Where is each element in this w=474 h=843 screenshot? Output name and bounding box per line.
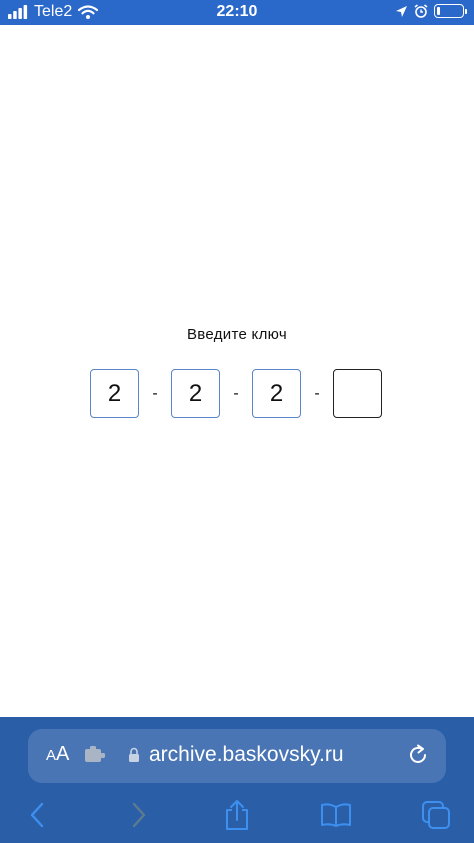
aa-large-label: A <box>56 743 70 765</box>
key-input-row: 2 - 2 - 2 - <box>90 369 382 418</box>
key-separator: - <box>233 384 239 402</box>
browser-toolbar <box>0 797 474 833</box>
lock-icon <box>129 747 139 762</box>
tabs-icon <box>422 801 450 829</box>
battery-icon <box>434 4 467 18</box>
forward-button[interactable] <box>121 797 157 833</box>
chevron-right-icon <box>132 802 146 828</box>
back-button[interactable] <box>19 797 55 833</box>
reload-icon[interactable] <box>406 743 430 767</box>
battery-level <box>437 7 440 15</box>
extension-icon[interactable] <box>84 746 106 764</box>
status-bar: Tele2 22:10 <box>0 0 474 25</box>
aa-small-label: A <box>46 747 57 764</box>
key-field-3[interactable]: 2 <box>252 369 301 418</box>
page-settings-button[interactable]: AA <box>46 743 69 766</box>
key-field-4[interactable] <box>333 369 382 418</box>
tabs-button[interactable] <box>418 797 454 833</box>
address-bar[interactable]: AA archive.baskovsky.ru <box>28 729 446 783</box>
key-separator: - <box>152 384 158 402</box>
chevron-left-icon <box>30 802 44 828</box>
bookmarks-button[interactable] <box>318 797 354 833</box>
key-field-2[interactable]: 2 <box>171 369 220 418</box>
key-separator: - <box>314 384 320 402</box>
browser-chrome: AA archive.baskovsky.ru <box>0 717 474 843</box>
status-right <box>395 4 467 18</box>
key-prompt: Введите ключ <box>187 326 287 343</box>
book-icon <box>321 803 351 827</box>
share-icon <box>226 800 248 830</box>
url-text[interactable]: archive.baskovsky.ru <box>149 743 344 767</box>
location-arrow-icon <box>396 5 407 17</box>
share-button[interactable] <box>219 797 255 833</box>
key-field-1[interactable]: 2 <box>90 369 139 418</box>
alarm-icon <box>414 4 428 18</box>
